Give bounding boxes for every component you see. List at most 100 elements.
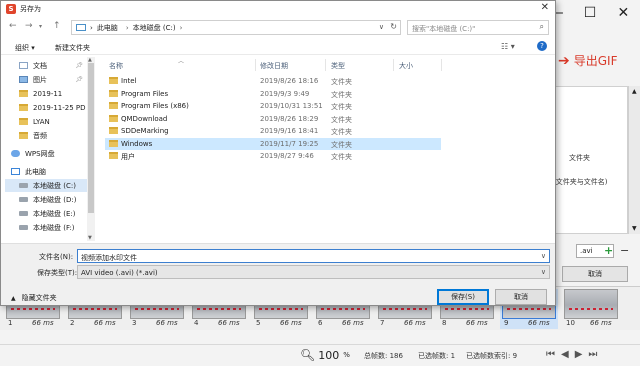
nav-item[interactable]: 图片 📌︎	[5, 73, 87, 86]
nav-item-label: WPS网盘	[25, 149, 55, 158]
column-divider[interactable]	[441, 59, 442, 71]
zoom-control[interactable]: 🔍︎ 100 %	[300, 348, 350, 362]
column-header: ︿ 名称 修改日期 类型 大小	[105, 57, 545, 71]
frame-number: 9	[504, 319, 509, 327]
column-divider[interactable]	[393, 59, 394, 71]
refresh-icon[interactable]: ↻	[390, 22, 397, 31]
dialog-close-icon[interactable]: ✕	[541, 2, 549, 13]
column-divider[interactable]	[255, 59, 256, 71]
chevron-down-icon[interactable]: ∨	[541, 252, 546, 260]
forward-icon[interactable]: →	[25, 21, 33, 31]
background-cancel-button[interactable]: 取消	[562, 266, 628, 282]
filetype-select[interactable]: AVI video (.avi) (*.avi) ∨	[77, 265, 550, 279]
filename-input[interactable]: 视频添加水印文件 ∨	[77, 249, 550, 263]
search-input[interactable]: 搜索"本地磁盘 (C:)" ⌕	[407, 20, 549, 35]
pin-icon[interactable]: 📌︎	[75, 62, 83, 69]
column-type[interactable]: 类型	[331, 61, 345, 71]
play-icon[interactable]: ▶	[575, 349, 583, 360]
add-icon[interactable]: +	[604, 244, 613, 257]
thumbnail-detail	[569, 308, 613, 310]
file-name: QMDownload	[121, 114, 168, 123]
folder-icon	[19, 132, 28, 139]
thumbnail-detail	[321, 308, 365, 310]
nav-item[interactable]: LYAN	[5, 115, 87, 128]
nav-item-label: 本地磁盘 (F:)	[33, 223, 75, 232]
column-name[interactable]: 名称	[109, 61, 123, 71]
first-frame-icon[interactable]: ⏮	[546, 349, 555, 360]
scroll-up-icon[interactable]: ▲	[632, 88, 637, 95]
nav-item[interactable]: 本地磁盘 (D:)	[5, 193, 87, 206]
nav-item[interactable]: 2019-11	[5, 87, 87, 100]
search-icon[interactable]: ⌕	[540, 22, 544, 32]
nav-item-label: 图片	[33, 75, 47, 84]
drive-icon	[19, 183, 28, 188]
file-row[interactable]: SDDeMarking 2019/9/16 18:41 文件夹	[105, 125, 441, 137]
magnifier-icon: 🔍︎	[300, 348, 316, 362]
remove-icon[interactable]: −	[620, 244, 629, 257]
breadcrumb-root[interactable]: 此电脑	[97, 23, 118, 33]
dialog-titlebar[interactable]: S 另存为 ✕	[1, 1, 555, 17]
nav-item[interactable]: 文档 📌︎	[5, 59, 87, 72]
export-gif-button[interactable]: ➔ 导出GIF	[558, 52, 617, 69]
frame-number: 3	[132, 319, 137, 327]
address-bar[interactable]: › 此电脑 › 本地磁盘 (C:) › ∨ ↻	[71, 20, 401, 35]
nav-item[interactable]: 本地磁盘 (E:)	[5, 207, 87, 220]
hide-folders-toggle[interactable]: ▲ 隐藏文件夹	[11, 293, 57, 303]
address-dropdown-icon[interactable]: ∨	[379, 23, 384, 31]
pin-icon[interactable]: 📌︎	[75, 76, 83, 83]
panel-text-folder-filename: (文件夹与文件名)	[553, 178, 608, 186]
nav-item-label: LYAN	[33, 117, 50, 126]
nav-item[interactable]: WPS网盘	[5, 147, 87, 160]
dialog-title: 另存为	[20, 5, 41, 13]
navigation-scrollbar[interactable]: ▲ ▼	[87, 57, 95, 241]
view-options-icon[interactable]: ☷ ▾	[501, 42, 515, 51]
cancel-button[interactable]: 取消	[495, 289, 547, 305]
recent-locations-icon[interactable]: ▾	[39, 23, 42, 30]
navigation-pane: 文档 📌︎ 图片 📌︎ 2019-11 2019-11-25 PD LYAN 音频 WPS网盘此…	[1, 57, 95, 241]
file-date: 2019/9/16 18:41	[260, 127, 319, 135]
nav-item[interactable]: 本地磁盘 (F:)	[5, 221, 87, 234]
file-date: 2019/8/27 9:46	[260, 152, 314, 160]
file-row[interactable]: QMDownload 2019/8/26 18:29 文件夹	[105, 113, 441, 125]
column-size[interactable]: 大小	[399, 61, 413, 71]
up-folder-icon[interactable]: ↑	[53, 21, 61, 31]
breadcrumb-current[interactable]: 本地磁盘 (C:)	[133, 23, 176, 33]
frame-duration: 66 ms	[218, 319, 240, 327]
save-button[interactable]: 保存(S)	[437, 289, 489, 305]
help-icon[interactable]: ?	[537, 41, 547, 51]
previous-frame-icon[interactable]: ◀	[561, 349, 569, 360]
file-row[interactable]: 用户 2019/8/27 9:46 文件夹	[105, 150, 441, 162]
nav-item[interactable]: 音频	[5, 129, 87, 142]
nav-item[interactable]: 此电脑	[5, 165, 87, 178]
chevron-down-icon[interactable]: ∨	[541, 268, 546, 276]
file-row[interactable]: Program Files (x86) 2019/10/31 13:51 文件夹	[105, 100, 441, 112]
close-icon[interactable]: ✕	[610, 5, 636, 21]
maximize-icon[interactable]: ☐	[577, 5, 603, 21]
new-folder-button[interactable]: 新建文件夹	[55, 43, 90, 53]
background-panel-scrollbar[interactable]: ▲ ▼	[628, 86, 640, 234]
zoom-value[interactable]: 100	[318, 349, 339, 362]
filetype-label: 保存类型(T):	[37, 269, 78, 277]
file-row[interactable]: Windows 2019/11/7 19:25 文件夹	[105, 137, 441, 150]
frame-number: 1	[8, 319, 13, 327]
scrollbar-thumb[interactable]	[88, 63, 94, 213]
column-divider[interactable]	[325, 59, 326, 71]
column-date[interactable]: 修改日期	[260, 61, 288, 71]
nav-item[interactable]: 2019-11-25 PD	[5, 101, 87, 114]
film-frame[interactable]: 10 66 ms	[562, 289, 620, 329]
back-icon[interactable]: ←	[9, 21, 17, 31]
organize-menu[interactable]: 组织 ▾	[15, 43, 35, 53]
thumbnail-detail	[197, 308, 241, 310]
last-frame-icon[interactable]: ⏭	[588, 349, 597, 360]
scroll-down-icon[interactable]: ▼	[632, 225, 637, 232]
thumbnail-detail	[135, 308, 179, 310]
file-row[interactable]: Program Files 2019/9/3 9:49 文件夹	[105, 88, 441, 100]
frame-number: 8	[442, 319, 447, 327]
breadcrumb-separator-icon: ›	[90, 23, 93, 32]
file-row[interactable]: Intel 2019/8/26 18:16 文件夹	[105, 75, 441, 87]
frame-number: 7	[380, 319, 385, 327]
scroll-down-icon[interactable]: ▼	[88, 235, 92, 241]
file-date: 2019/11/7 19:25	[260, 139, 319, 148]
selected-index-text: 已选帧数索引: 9	[466, 352, 518, 360]
nav-item[interactable]: 本地磁盘 (C:)	[5, 179, 87, 192]
